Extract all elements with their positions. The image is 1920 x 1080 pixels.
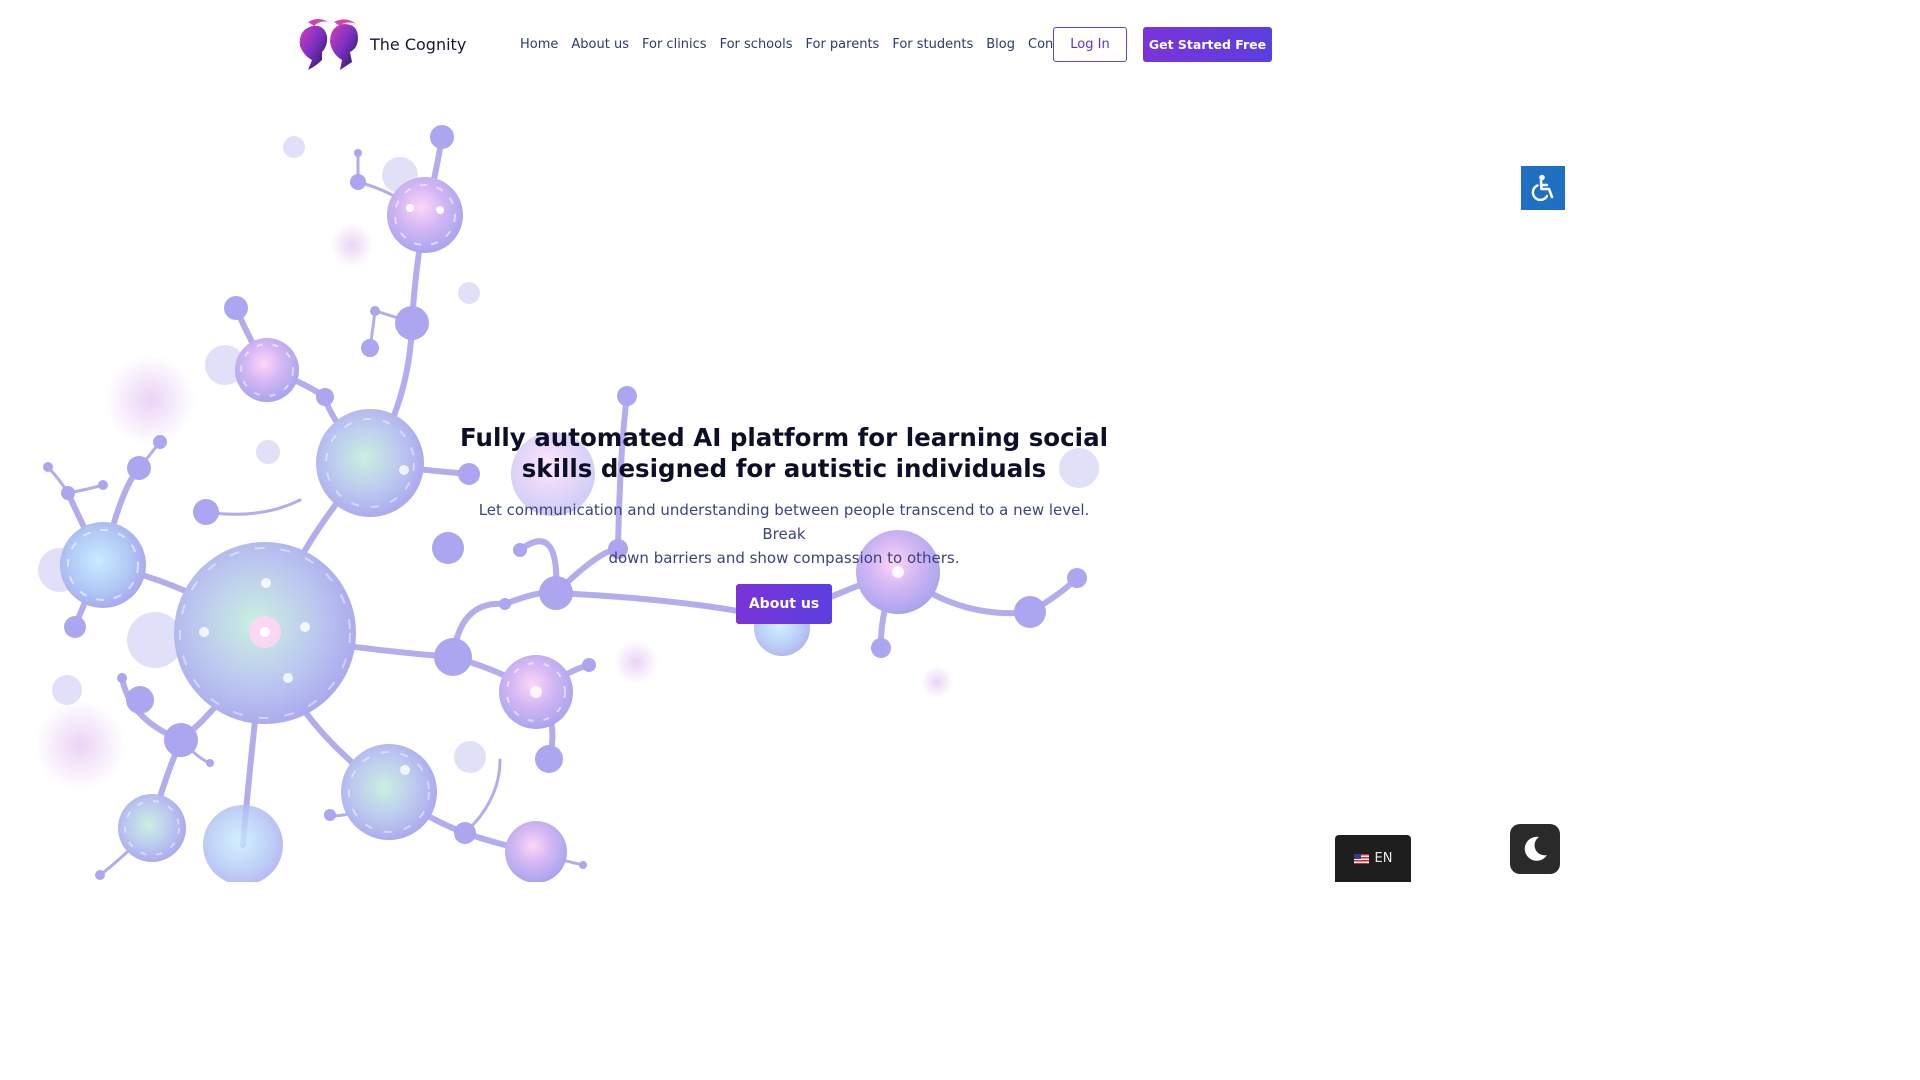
nav-item-for-parents[interactable]: For parents [805, 37, 879, 52]
wheelchair-icon [1531, 174, 1554, 202]
hero-subtitle-line-2: down barriers and show compassion to oth… [608, 549, 960, 567]
nav-item-for-students[interactable]: For students [892, 37, 973, 52]
about-us-button[interactable]: About us [736, 584, 832, 624]
hero-title: Fully automated AI platform for learning… [460, 422, 1108, 484]
moon-icon [1524, 836, 1547, 861]
dark-mode-toggle[interactable] [1510, 824, 1560, 874]
page: The Cognity Home About us For clinics Fo… [0, 0, 1568, 882]
nav-item-for-clinics[interactable]: For clinics [642, 37, 707, 52]
us-flag-icon [1353, 853, 1369, 864]
nav-item-about-us[interactable]: About us [571, 37, 629, 52]
login-button[interactable]: Log In [1053, 27, 1127, 62]
nav-item-blog[interactable]: Blog [986, 37, 1015, 52]
brand-name: The Cognity [370, 34, 467, 54]
hero-title-line-1: Fully automated AI platform for learning… [460, 423, 1108, 452]
logo-icon [299, 19, 358, 70]
main-nav: Home About us For clinics For schools Fo… [520, 37, 1079, 52]
brand-logo[interactable]: The Cognity [294, 16, 466, 72]
language-label: EN [1374, 851, 1393, 866]
accessibility-button[interactable] [1521, 166, 1565, 210]
hero-title-line-2: skills designed for autistic individuals [521, 454, 1047, 483]
get-started-button[interactable]: Get Started Free [1143, 27, 1272, 62]
hero-subtitle: Let communication and understanding betw… [460, 498, 1108, 570]
nav-item-for-schools[interactable]: For schools [720, 37, 793, 52]
language-switcher[interactable]: EN [1335, 835, 1411, 882]
hero-subtitle-line-1: Let communication and understanding betw… [478, 501, 1090, 543]
nav-item-home[interactable]: Home [520, 37, 558, 52]
